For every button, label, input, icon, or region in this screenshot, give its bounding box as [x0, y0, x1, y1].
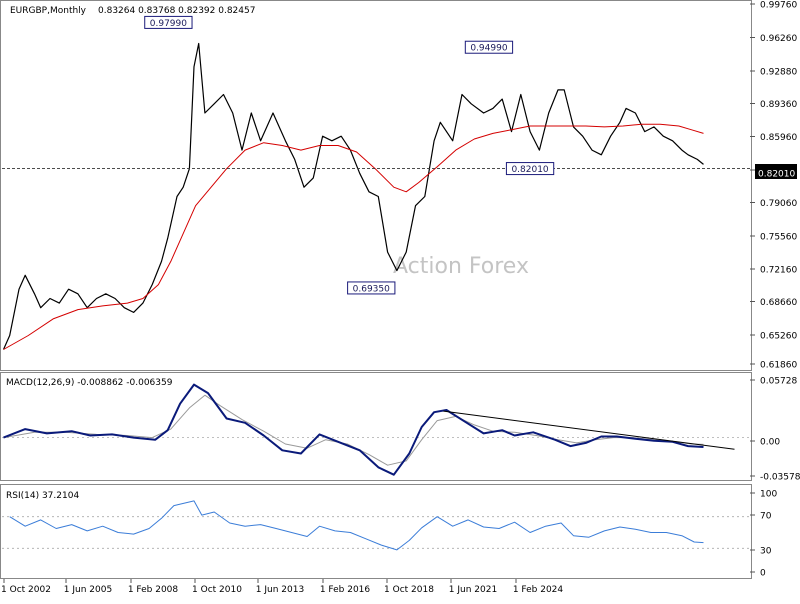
macd-y-tick-label: -0.035783 [760, 473, 800, 483]
price-annotation-label: 0.82010 [511, 165, 548, 175]
price-annotation-label: 0.94990 [470, 44, 507, 54]
price-y-tick-label: 0.92880 [760, 68, 797, 78]
x-tick-label: 1 Feb 2024 [513, 585, 564, 595]
rsi-y-tick-label: 30 [760, 547, 772, 557]
x-tick-label: 1 Jun 2021 [449, 585, 497, 595]
macd-y-tick-label: 0.00 [760, 438, 780, 448]
price-y-tick-label: 0.68660 [760, 298, 797, 308]
rsi-y-tick-label: 70 [760, 512, 772, 522]
watermark: Action Forex [393, 254, 529, 279]
price-y-tick-label: 0.75560 [760, 233, 797, 243]
x-tick-label: 1 Feb 2008 [128, 585, 179, 595]
price-y-tick-label: 0.65260 [760, 332, 797, 342]
price-annotation-label: 0.69350 [353, 284, 390, 294]
price-y-tick-label: 0.61860 [760, 361, 797, 371]
macd-y-tick-label: 0.05728 [760, 377, 797, 387]
price-y-tick-label: 0.72160 [760, 266, 797, 276]
eurgbp-chart: EURGBP,Monthly 0.83264 0.83768 0.82392 0… [0, 0, 800, 600]
rsi-y-tick-label: 100 [760, 490, 777, 500]
price-y-tick-label: 0.79060 [760, 199, 797, 209]
x-tick-label: 1 Jun 2005 [64, 585, 112, 595]
rsi-y-tick-label: 0 [760, 569, 766, 579]
rsi-title: RSI(14) 37.2104 [6, 491, 79, 501]
price-y-tick-label: 0.89360 [760, 100, 797, 110]
macd-title: MACD(12,26,9) -0.008862 -0.006359 [6, 378, 173, 388]
price-y-tick-label: 0.85960 [760, 133, 797, 143]
support-price-label: 0.82010 [758, 170, 795, 180]
x-tick-label: 1 Oct 2010 [192, 585, 242, 595]
ohlc-label: 0.83264 0.83768 0.82392 0.82457 [98, 6, 255, 16]
x-tick-label: 1 Oct 2002 [1, 585, 51, 595]
price-y-tick-label: 0.96260 [760, 34, 797, 44]
chart-area: EURGBP,Monthly 0.83264 0.83768 0.82392 0… [0, 0, 800, 600]
symbol-label: EURGBP,Monthly [10, 6, 87, 16]
price-annotation-label: 0.97990 [150, 19, 187, 29]
x-tick-label: 1 Jun 2013 [256, 585, 304, 595]
x-tick-label: 1 Oct 2018 [384, 585, 434, 595]
price-y-tick-label: 0.99760 [760, 1, 797, 11]
x-tick-label: 1 Feb 2016 [320, 585, 371, 595]
